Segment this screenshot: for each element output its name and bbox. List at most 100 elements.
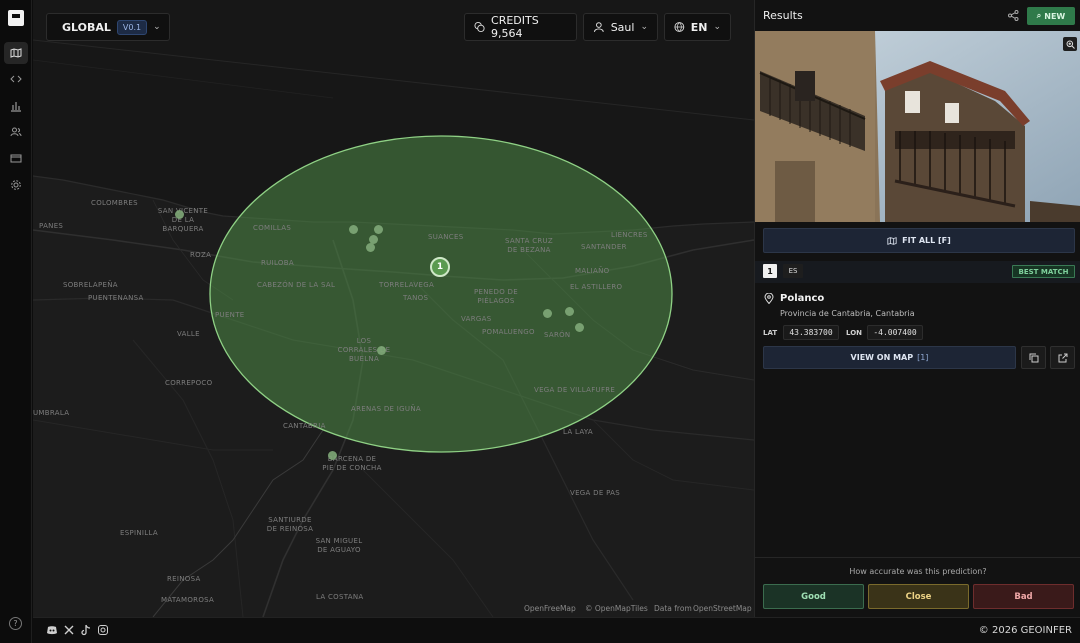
accuracy-feedback: How accurate was this prediction? Good C… bbox=[755, 557, 1080, 617]
candidate-dot[interactable] bbox=[328, 451, 337, 460]
zoom-in-icon[interactable] bbox=[1063, 37, 1077, 51]
map-place-label: PANES bbox=[39, 222, 64, 230]
map-place-label: ESPINILLA bbox=[120, 529, 158, 537]
candidate-dot[interactable] bbox=[543, 309, 552, 318]
credits-button[interactable]: CREDITS 9,564 bbox=[464, 13, 577, 41]
map-place-label: MALIAÑO bbox=[575, 267, 610, 275]
candidate-dot[interactable] bbox=[565, 307, 574, 316]
instagram-icon[interactable] bbox=[97, 624, 109, 636]
version-badge: V0.1 bbox=[116, 19, 148, 35]
settings-gear-icon[interactable] bbox=[4, 174, 28, 196]
attribution-openmaptiles[interactable]: © OpenMapTiles bbox=[585, 604, 648, 613]
share-icon[interactable] bbox=[1008, 10, 1019, 21]
lon-label: LON bbox=[846, 329, 863, 337]
lat-value[interactable]: 43.383700 bbox=[783, 325, 839, 340]
chart-icon[interactable] bbox=[4, 95, 28, 117]
close-button[interactable]: Close bbox=[868, 584, 969, 609]
candidate-dot[interactable] bbox=[374, 225, 383, 234]
map-place-label: SARÓN bbox=[544, 331, 571, 339]
results-panel: Results ⌕ NEW FIT ALL [F] 1 ES BEST MATC… bbox=[754, 0, 1080, 617]
result-rank-badge: 1 bbox=[763, 264, 777, 278]
view-on-map-count: [1] bbox=[917, 353, 929, 362]
fit-all-label: FIT ALL [F] bbox=[902, 236, 951, 245]
country-code-badge: ES bbox=[783, 264, 803, 278]
attribution-osm[interactable]: OpenStreetMap bbox=[693, 604, 752, 613]
view-on-map-label: VIEW ON MAP bbox=[850, 353, 914, 362]
map-place-label: VEGA DE VILLAFUFRE bbox=[534, 386, 616, 394]
map-place-label: POMALUENGO bbox=[482, 328, 535, 336]
candidate-dot[interactable] bbox=[175, 210, 184, 219]
new-search-button[interactable]: ⌕ NEW bbox=[1027, 7, 1075, 25]
map-place-label: PENEDO DE PIÉLAGOS bbox=[474, 288, 518, 305]
copy-coordinates-button[interactable] bbox=[1021, 346, 1046, 369]
map-place-label: COMILLAS bbox=[253, 224, 292, 232]
external-link-icon bbox=[1058, 353, 1067, 362]
map-place-label: ARENAS DE IGUÑA bbox=[351, 405, 421, 413]
map-place-label: PUENTENANSA bbox=[88, 294, 144, 302]
attribution-openfreemap[interactable]: OpenFreeMap bbox=[524, 604, 576, 613]
map-place-label: SANTA CRUZ DE BEZANA bbox=[505, 237, 553, 254]
map-place-label: TANOS bbox=[403, 294, 429, 302]
map-place-label: UMBRALA bbox=[33, 409, 70, 417]
map-place-label: CORREPOCO bbox=[165, 379, 213, 387]
map-place-label: ROZA bbox=[190, 251, 212, 259]
user-menu[interactable]: Saul ⌄ bbox=[583, 13, 658, 41]
panel-title: Results bbox=[763, 9, 803, 22]
chevron-down-icon: ⌄ bbox=[640, 22, 648, 32]
language-label: EN bbox=[690, 20, 708, 34]
user-icon bbox=[593, 22, 604, 32]
map-place-label: SAN MIGUEL DE AGUAYO bbox=[315, 537, 363, 554]
map-canvas[interactable]: COLOMBRES SAN VICENTE DE LA BARQUERA PAN… bbox=[33, 0, 754, 617]
map-place-label: LA LAYA bbox=[563, 428, 594, 436]
view-on-map-button[interactable]: VIEW ON MAP [1] bbox=[763, 346, 1016, 369]
map-place-label: VALLE bbox=[177, 330, 200, 338]
candidate-dot[interactable] bbox=[575, 323, 584, 332]
x-icon[interactable] bbox=[63, 624, 75, 636]
candidate-dot[interactable] bbox=[366, 243, 375, 252]
candidate-dot[interactable] bbox=[377, 346, 386, 355]
best-match-badge: BEST MATCH bbox=[1012, 265, 1075, 278]
map-place-label: LIENCRES bbox=[611, 231, 648, 239]
map-place-label: CANTABRIA bbox=[283, 422, 326, 430]
app-logo[interactable] bbox=[8, 10, 24, 26]
good-button[interactable]: Good bbox=[763, 584, 864, 609]
fit-all-button[interactable]: FIT ALL [F] bbox=[763, 228, 1075, 253]
map-place-label: RUILOBA bbox=[261, 259, 294, 267]
user-name: Saul bbox=[610, 20, 635, 34]
place-name: Polanco bbox=[780, 293, 825, 304]
chevron-down-icon: ⌄ bbox=[153, 22, 161, 32]
map-place-label: SANTIURDE DE REINOSA bbox=[266, 516, 314, 533]
lon-value[interactable]: -4.007400 bbox=[867, 325, 923, 340]
new-label: NEW bbox=[1044, 11, 1066, 21]
copyright: © 2026 GEOINFER bbox=[978, 625, 1072, 636]
help-icon[interactable]: ? bbox=[9, 617, 22, 630]
map-place-label: SOBRELAPEÑA bbox=[63, 281, 118, 289]
language-selector[interactable]: EN ⌄ bbox=[664, 13, 731, 41]
feedback-question: How accurate was this prediction? bbox=[849, 567, 987, 576]
query-photo[interactable] bbox=[755, 31, 1080, 222]
map-place-label: TORRELAVEGA bbox=[379, 281, 435, 289]
scope-selector[interactable]: GLOBAL V0.1 ⌄ bbox=[46, 13, 170, 41]
map-place-label: MATAMOROSA bbox=[161, 596, 215, 604]
discord-icon[interactable] bbox=[46, 624, 58, 636]
map-place-label: REINOSA bbox=[167, 575, 201, 583]
open-external-button[interactable] bbox=[1050, 346, 1075, 369]
users-icon[interactable] bbox=[4, 121, 28, 143]
map-place-label: EL ASTILLERO bbox=[570, 283, 623, 291]
scope-label: GLOBAL bbox=[62, 20, 111, 34]
code-icon[interactable] bbox=[4, 68, 28, 90]
attribution-data-from: Data from bbox=[654, 604, 692, 613]
map-base-layer bbox=[33, 0, 754, 617]
map-icon bbox=[887, 236, 897, 245]
bad-button[interactable]: Bad bbox=[973, 584, 1074, 609]
tiktok-icon[interactable] bbox=[80, 624, 92, 636]
card-icon[interactable] bbox=[4, 147, 28, 169]
location-pin-icon bbox=[764, 293, 774, 304]
map-icon[interactable] bbox=[4, 42, 28, 64]
candidate-dot[interactable] bbox=[349, 225, 358, 234]
map-place-label: CABEZÓN DE LA SAL bbox=[257, 281, 336, 289]
coins-icon bbox=[474, 21, 485, 33]
place-region: Provincia de Cantabria, Cantabria bbox=[780, 309, 915, 318]
result-pin[interactable]: 1 bbox=[430, 257, 450, 277]
left-rail: ? bbox=[0, 0, 32, 643]
